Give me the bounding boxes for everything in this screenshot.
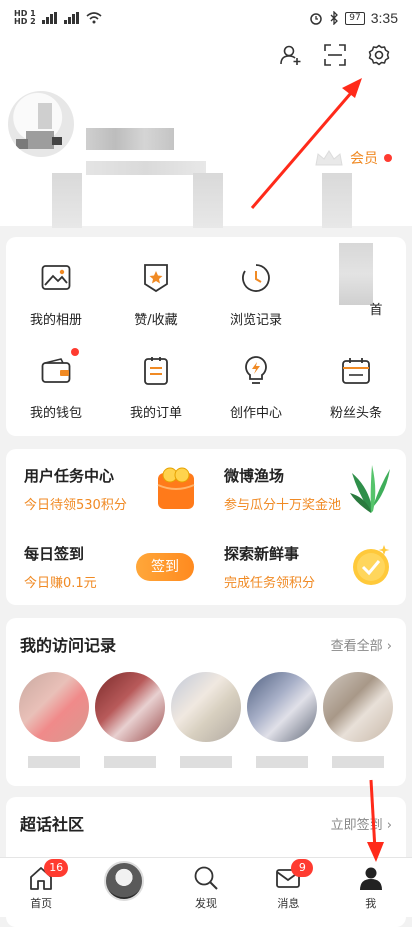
grid-item-creator[interactable]: 创作中心 xyxy=(206,344,306,436)
visit-name-blurred xyxy=(332,756,384,768)
tab-discover[interactable]: 发现 xyxy=(176,865,236,911)
grid-item-likes[interactable]: 赞/收藏 xyxy=(106,251,206,343)
profile-icon xyxy=(358,865,384,891)
stat-blurred xyxy=(193,173,223,228)
signal-icon xyxy=(63,12,80,24)
battery-indicator: 97 xyxy=(345,11,365,25)
grid-item-label: 首 xyxy=(369,303,383,318)
wallet-red-dot xyxy=(71,347,79,356)
grid-item-fans-headline[interactable]: 粉丝头条 xyxy=(306,344,406,436)
visit-name-blurred xyxy=(104,756,156,768)
section-title: 我的访问记录 xyxy=(20,636,117,655)
message-envelope-icon: 9 xyxy=(275,859,314,891)
stat-blurred xyxy=(322,173,352,228)
profile-desc-blurred xyxy=(86,161,206,175)
stat-blurred xyxy=(52,173,82,228)
visit-avatar xyxy=(171,672,241,742)
history-clock-icon xyxy=(239,261,273,295)
grid-item-album[interactable]: 我的相册 xyxy=(6,251,106,343)
tab-label: 首页 xyxy=(30,897,53,910)
tab-home[interactable]: 16 首页 xyxy=(11,859,71,911)
orders-icon xyxy=(139,354,173,388)
section-title: 超话社区 xyxy=(20,815,85,834)
tab-label: 我 xyxy=(365,897,377,910)
settings-gear-icon[interactable] xyxy=(368,44,390,66)
grid-item-label: 赞/收藏 xyxy=(134,313,178,328)
visit-name-blurred xyxy=(28,756,80,768)
messages-badge: 9 xyxy=(291,859,314,877)
visit-avatar xyxy=(323,672,393,742)
scan-icon[interactable] xyxy=(324,44,346,66)
visit-item[interactable] xyxy=(170,672,242,768)
grid-item-label: 浏览记录 xyxy=(229,313,282,328)
task-weibo-fish[interactable]: 微博渔场 参与瓜分十万奖金池 xyxy=(206,449,406,527)
signal-icon xyxy=(41,12,58,24)
search-icon xyxy=(193,865,219,891)
grid-item-label: 我的相册 xyxy=(29,313,82,328)
visit-item[interactable] xyxy=(246,672,318,768)
username-blurred xyxy=(86,128,174,150)
visit-name-blurred xyxy=(256,756,308,768)
sim-indicator: HD 1 HD 2 xyxy=(14,9,36,26)
vip-red-dot xyxy=(384,154,392,162)
creator-bulb-icon xyxy=(239,354,273,388)
task-card: 用户任务中心 今日待领530积分 微博渔场 参与瓜分十万奖金池 每日签到 今日赚… xyxy=(6,449,406,605)
tab-me[interactable]: 我 xyxy=(341,865,401,911)
photo-album-icon xyxy=(39,261,73,295)
blurred-icon xyxy=(339,243,373,305)
visit-name-blurred xyxy=(180,756,232,768)
vip-entry[interactable]: 会员 xyxy=(314,148,392,168)
home-badge: 16 xyxy=(44,859,69,877)
chevron-right-icon: › xyxy=(386,817,392,833)
avatar[interactable] xyxy=(8,91,74,157)
center-avatar-icon xyxy=(103,861,144,901)
feature-grid-card: 我的相册 赞/收藏 浏览记录 首 我的钱包 我的订单 创作中心 粉丝头条 xyxy=(6,237,406,436)
checkin-now-label: 立即签到 xyxy=(330,817,383,833)
visit-item[interactable] xyxy=(94,672,166,768)
grid-item-wallet[interactable]: 我的钱包 xyxy=(6,344,106,436)
alarm-icon xyxy=(310,13,323,25)
gold-check-icon xyxy=(353,545,390,585)
visit-record-card: 我的访问记录 查看全部 › xyxy=(6,618,406,786)
visit-avatar xyxy=(95,672,165,742)
grid-item-label: 我的订单 xyxy=(129,405,182,421)
tab-label: 消息 xyxy=(277,897,300,910)
bottom-tab-bar: 16 首页 发现 9 消息 我 xyxy=(0,857,412,917)
grid-item-label: 粉丝头条 xyxy=(329,405,382,421)
task-explore[interactable]: 探索新鲜事 完成任务领积分 xyxy=(206,527,406,605)
grid-item-label: 创作中心 xyxy=(229,405,282,421)
grid-item-label: 我的钱包 xyxy=(29,405,82,421)
crown-icon xyxy=(315,150,343,166)
view-all-link[interactable]: 查看全部 › xyxy=(331,635,392,654)
visit-avatar xyxy=(247,672,317,742)
status-bar: HD 1 HD 2 97 3:35 xyxy=(0,0,412,36)
clock: 3:35 xyxy=(370,10,398,26)
likes-collection-icon xyxy=(139,261,173,295)
plant-icon xyxy=(350,465,390,513)
grid-item-orders[interactable]: 我的订单 xyxy=(106,344,206,436)
vip-label: 会员 xyxy=(350,151,378,167)
visit-item[interactable] xyxy=(18,672,90,768)
add-friend-icon[interactable] xyxy=(280,44,302,66)
tab-label: 发现 xyxy=(194,897,217,910)
tab-messages[interactable]: 9 消息 xyxy=(258,859,318,911)
bluetooth-icon xyxy=(330,11,339,25)
checkin-now-link[interactable]: 立即签到 › xyxy=(331,814,392,833)
chevron-right-icon: › xyxy=(386,638,392,654)
visit-item[interactable] xyxy=(322,672,394,768)
view-all-label: 查看全部 xyxy=(330,638,383,654)
wallet-icon xyxy=(39,347,79,388)
home-icon: 16 xyxy=(28,859,69,891)
task-user-center[interactable]: 用户任务中心 今日待领530积分 xyxy=(6,449,206,527)
fans-headline-icon xyxy=(339,354,373,388)
visit-avatar xyxy=(19,672,89,742)
checkin-button[interactable]: 签到 xyxy=(136,553,194,581)
wifi-icon xyxy=(86,12,102,24)
grid-item-history[interactable]: 浏览记录 xyxy=(206,251,306,343)
tab-center-avatar[interactable] xyxy=(94,861,154,911)
red-packet-icon xyxy=(157,467,195,509)
grid-item-blurred[interactable]: 首 xyxy=(306,243,406,343)
